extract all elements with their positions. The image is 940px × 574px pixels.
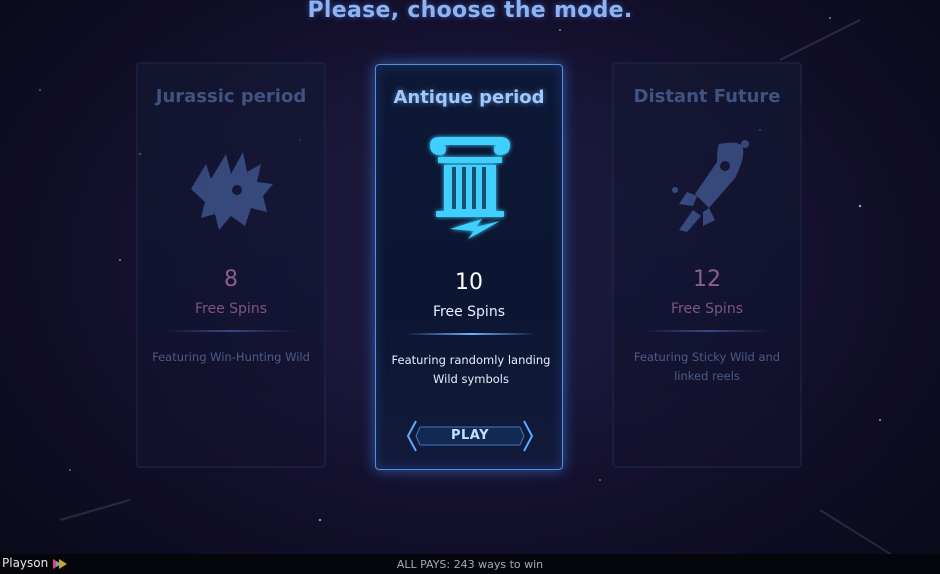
mode-title: Jurassic period	[155, 86, 307, 107]
divider	[642, 330, 772, 332]
greek-column-icon	[430, 137, 510, 239]
mode-title: Distant Future	[633, 86, 781, 107]
rocket-icon	[672, 140, 749, 232]
free-spins-label: Free Spins	[195, 301, 267, 317]
divider	[166, 330, 296, 332]
page-title: Please, choose the mode.	[307, 0, 633, 23]
play-button-label: PLAY	[450, 428, 490, 443]
divider	[406, 333, 536, 335]
mode-description: Featuring Sticky Wild and linked reels	[633, 350, 781, 383]
free-spins-count: 8	[224, 267, 238, 292]
mode-card-jurassic[interactable]: Jurassic period 8 Free Spins Featuring W…	[136, 62, 326, 468]
mode-card-antique[interactable]: Antique period 10 Free Spins Featuring r…	[375, 64, 563, 470]
mode-card-distant-future[interactable]: Distant Future 12 Free Spins Featuring S…	[612, 62, 802, 468]
free-spins-count: 12	[693, 267, 721, 292]
free-spins-count: 10	[455, 270, 483, 295]
triceratops-icon	[191, 152, 273, 230]
free-spins-label: Free Spins	[671, 301, 743, 317]
play-button[interactable]: PLAY	[406, 419, 534, 453]
mode-description: Featuring randomly landing Wild symbols	[391, 353, 551, 386]
mode-title: Antique period	[393, 87, 545, 108]
all-pays-info: ALL PAYS: 243 ways to win	[396, 558, 544, 571]
mode-description: Featuring Win-Hunting Wild	[152, 350, 310, 364]
free-spins-label: Free Spins	[433, 304, 505, 320]
footer-bar: Playson ALL PAYS: 243 ways to win	[0, 554, 940, 574]
